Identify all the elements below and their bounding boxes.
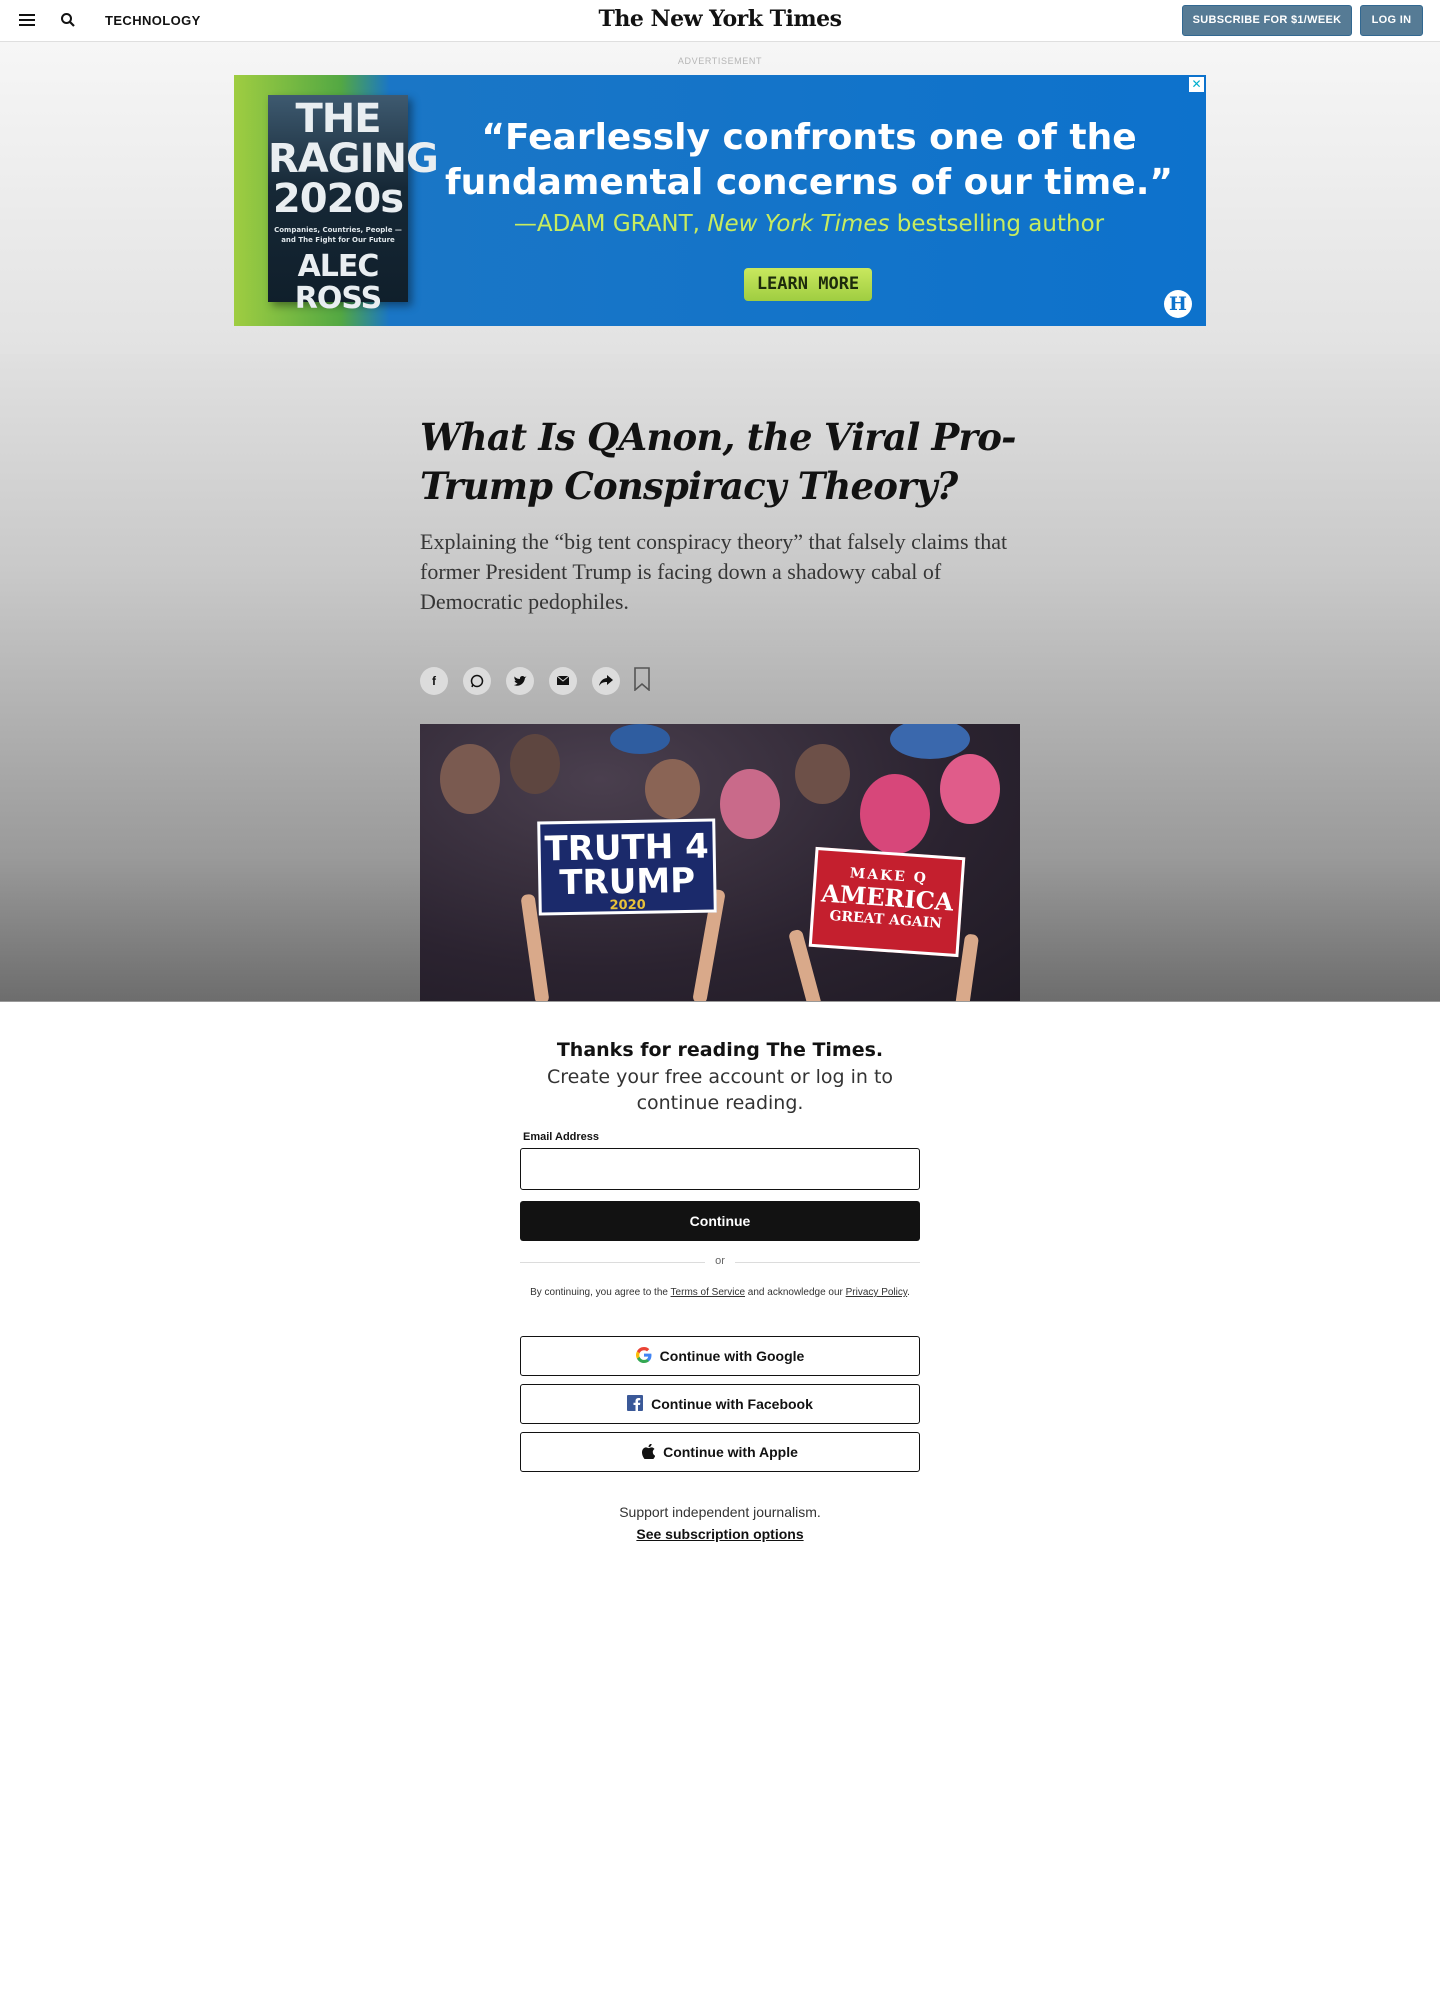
terms-of-service-link[interactable]: Terms of Service — [671, 1287, 745, 1298]
continue-button[interactable]: Continue — [520, 1201, 920, 1241]
apple-icon — [642, 1443, 656, 1460]
book-title: THE RAGING 2020s — [268, 96, 439, 222]
advertisement[interactable]: THE RAGING 2020s Companies, Countries, P… — [234, 75, 1206, 326]
google-signin-button[interactable]: Continue with Google — [520, 1336, 920, 1376]
google-label: Continue with Google — [659, 1348, 805, 1364]
menu-icon[interactable] — [19, 14, 35, 26]
facebook-icon — [627, 1395, 644, 1412]
facebook-label: Continue with Facebook — [651, 1396, 813, 1412]
twitter-icon[interactable] — [506, 667, 534, 695]
divider — [420, 646, 1020, 647]
article-headline: What Is QAnon, the Viral Pro-Trump Consp… — [420, 415, 1016, 508]
sign-make-america-great-again: MAKE Q AMERICA GREAT AGAIN — [808, 846, 966, 958]
apple-label: Continue with Apple — [663, 1444, 798, 1460]
bookmark-icon[interactable] — [634, 667, 650, 691]
search-icon[interactable] — [60, 12, 76, 28]
article-photo: TRUTH 4 TRUMP 2020 MAKE Q AMERICA GREAT A… — [420, 724, 1020, 1001]
facebook-icon[interactable]: f — [420, 667, 448, 695]
book-subtitle: Companies, Countries, People — and The F… — [274, 226, 402, 244]
apple-signin-button[interactable]: Continue with Apple — [520, 1432, 920, 1472]
masthead: TECHNOLOGY The New York Times SUBSCRIBE … — [0, 0, 1440, 42]
ad-label: ADVERTISEMENT — [677, 56, 763, 66]
ad-attribution: —ADAM GRANT, New York Times bestselling … — [513, 211, 1105, 237]
or-divider-right — [735, 1262, 920, 1263]
wall-title: Thanks for reading The Times. — [556, 1039, 884, 1061]
email-input[interactable] — [520, 1148, 920, 1190]
email-icon[interactable] — [549, 667, 577, 695]
nyt-logo[interactable]: The New York Times — [598, 6, 842, 32]
ad-quote: “Fearlessly confronts one of the fundame… — [444, 117, 1174, 203]
article-summary: Explaining the “big tent conspiracy theo… — [420, 529, 1008, 614]
sign-truth-4-trump: TRUTH 4 TRUMP 2020 — [537, 818, 717, 916]
wall-subtitle: Create your free account or log in to co… — [546, 1066, 894, 1114]
support-text: Support independent journalism. — [619, 1504, 821, 1520]
share-icon[interactable] — [592, 667, 620, 695]
privacy-policy-link[interactable]: Privacy Policy — [846, 1287, 908, 1298]
google-icon — [635, 1347, 652, 1364]
or-text: or — [715, 1255, 725, 1267]
login-button[interactable]: LOG IN — [1360, 5, 1423, 36]
section-link[interactable]: TECHNOLOGY — [105, 13, 201, 28]
book-author: ALEC ROSS — [294, 249, 382, 316]
ad-learn-more-button[interactable]: LEARN MORE — [744, 268, 872, 301]
facebook-signin-button[interactable]: Continue with Facebook — [520, 1384, 920, 1424]
subscribe-button[interactable]: SUBSCRIBE FOR $1/WEEK — [1182, 5, 1352, 36]
legal-text: By continuing, you agree to the Terms of… — [530, 1287, 910, 1298]
publisher-logo: H — [1164, 290, 1192, 318]
or-divider-left — [520, 1262, 705, 1263]
book-cover: THE RAGING 2020s Companies, Countries, P… — [268, 95, 439, 315]
email-label: Email Address — [523, 1131, 600, 1143]
ad-close-icon[interactable]: ✕ — [1189, 77, 1204, 92]
whatsapp-icon[interactable] — [463, 667, 491, 695]
subscription-options-link[interactable]: See subscription options — [0, 1526, 1440, 1542]
